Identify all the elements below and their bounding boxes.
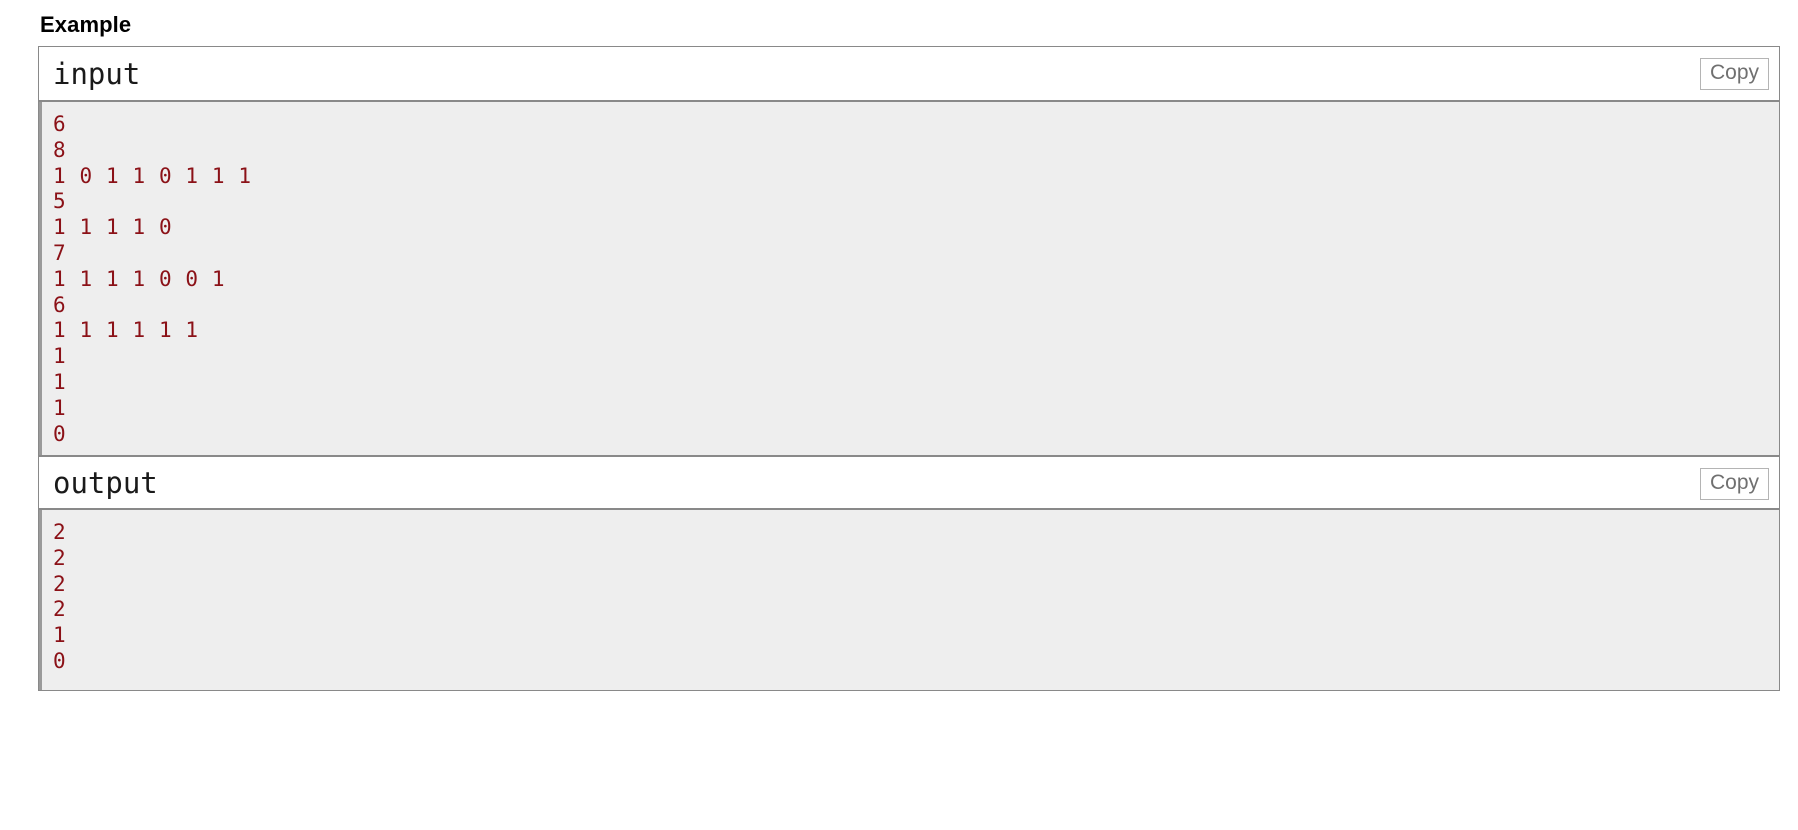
input-content[interactable]: 681 0 1 1 0 1 1 151 1 1 1 071 1 1 1 0 0 … — [39, 102, 1779, 455]
io-line: 1 1 1 1 0 0 1 — [53, 266, 226, 291]
sample-tests-container: input Copy 681 0 1 1 0 1 1 151 1 1 1 071… — [38, 46, 1780, 691]
io-line: 1 — [53, 395, 67, 420]
io-line: 1 — [53, 369, 67, 394]
io-line: 7 — [53, 240, 67, 265]
io-line: 1 — [53, 344, 67, 369]
copy-input-button[interactable]: Copy — [1699, 58, 1769, 90]
io-line: 1 1 1 1 0 — [53, 215, 173, 240]
io-line: 8 — [53, 137, 67, 162]
output-header: output Copy — [39, 455, 1779, 510]
io-line: 2 — [53, 545, 67, 570]
io-line: 2 — [53, 597, 67, 622]
io-line: 1 0 1 1 0 1 1 1 — [53, 163, 252, 188]
io-line: 6 — [53, 112, 67, 136]
io-line: 6 — [53, 292, 67, 317]
io-line: 2 — [53, 520, 67, 544]
io-line: 0 — [53, 421, 67, 446]
io-line: 5 — [53, 189, 67, 214]
output-content[interactable]: 222210 — [39, 510, 1779, 690]
input-label: input — [53, 56, 141, 91]
io-line: 2 — [53, 571, 67, 596]
output-label: output — [53, 465, 158, 500]
page-title: Example — [40, 12, 132, 37]
example-section: Example input Copy 681 0 1 1 0 1 1 151 1… — [0, 0, 1798, 830]
copy-output-button[interactable]: Copy — [1699, 468, 1769, 500]
io-line: 1 1 1 1 1 1 — [53, 318, 199, 343]
sample-test: input Copy 681 0 1 1 0 1 1 151 1 1 1 071… — [39, 47, 1779, 690]
input-header: input Copy — [39, 47, 1779, 102]
io-line: 0 — [53, 648, 67, 673]
io-line: 1 — [53, 623, 67, 648]
